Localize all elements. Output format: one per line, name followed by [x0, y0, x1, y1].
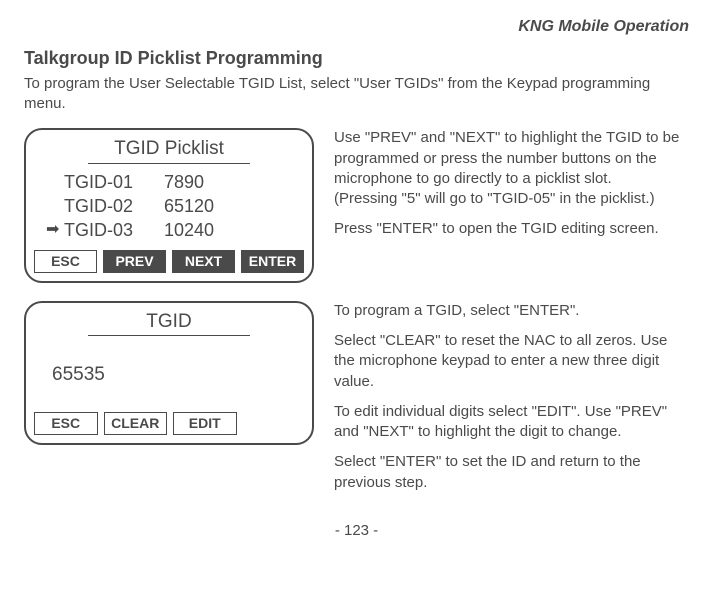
row-value: 7890: [164, 170, 304, 194]
section1-text: Use "PREV" and "NEXT" to highlight the T…: [334, 128, 689, 249]
esc-button[interactable]: ESC: [34, 412, 98, 435]
paragraph: Press "ENTER" to open the TGID editing s…: [334, 219, 689, 239]
prev-button[interactable]: PREV: [103, 250, 166, 273]
enter-button[interactable]: ENTER: [241, 250, 304, 273]
paragraph: To program a TGID, select "ENTER".: [334, 301, 689, 321]
next-button[interactable]: NEXT: [172, 250, 235, 273]
paragraph: To edit individual digits select "EDIT".…: [334, 402, 689, 443]
row-value: 65120: [164, 194, 304, 218]
device-screen-picklist: TGID Picklist TGID-01 7890 TGID-02 65120…: [24, 128, 314, 282]
row-value: 10240: [164, 218, 304, 242]
edit-button[interactable]: EDIT: [173, 412, 237, 435]
row-label: TGID-03: [64, 218, 164, 242]
page-number: - 123 -: [24, 521, 689, 541]
list-item: TGID-02 65120: [46, 194, 304, 218]
row-label: TGID-02: [64, 194, 164, 218]
section-tgid: TGID 65535 ESC CLEAR EDIT To program a T…: [24, 301, 689, 503]
section2-text: To program a TGID, select "ENTER". Selec…: [334, 301, 689, 503]
device-screen-tgid: TGID 65535 ESC CLEAR EDIT: [24, 301, 314, 445]
paragraph: Select "CLEAR" to reset the NAC to all z…: [334, 331, 689, 392]
list-item: ➡ TGID-03 10240: [46, 218, 304, 242]
list-item: TGID-01 7890: [46, 170, 304, 194]
clear-button[interactable]: CLEAR: [104, 412, 168, 435]
intro-text: To program the User Selectable TGID List…: [24, 74, 689, 115]
esc-button[interactable]: ESC: [34, 250, 97, 273]
row-label: TGID-01: [64, 170, 164, 194]
page-title: Talkgroup ID Picklist Programming: [24, 46, 689, 70]
screen1-buttons: ESC PREV NEXT ENTER: [34, 250, 304, 273]
arrow-icon: ➡: [46, 219, 64, 241]
paragraph: Use "PREV" and "NEXT" to highlight the T…: [334, 128, 689, 209]
screen1-list: TGID-01 7890 TGID-02 65120 ➡ TGID-03 102…: [34, 168, 304, 250]
screen1-title: TGID Picklist: [88, 136, 250, 164]
section-picklist: TGID Picklist TGID-01 7890 TGID-02 65120…: [24, 128, 689, 282]
screen2-buttons: ESC CLEAR EDIT: [34, 412, 304, 435]
paragraph: Select "ENTER" to set the ID and return …: [334, 452, 689, 493]
screen2-title: TGID: [88, 309, 250, 337]
doc-header: KNG Mobile Operation: [24, 16, 689, 38]
screen2-value: 65535: [34, 352, 304, 412]
